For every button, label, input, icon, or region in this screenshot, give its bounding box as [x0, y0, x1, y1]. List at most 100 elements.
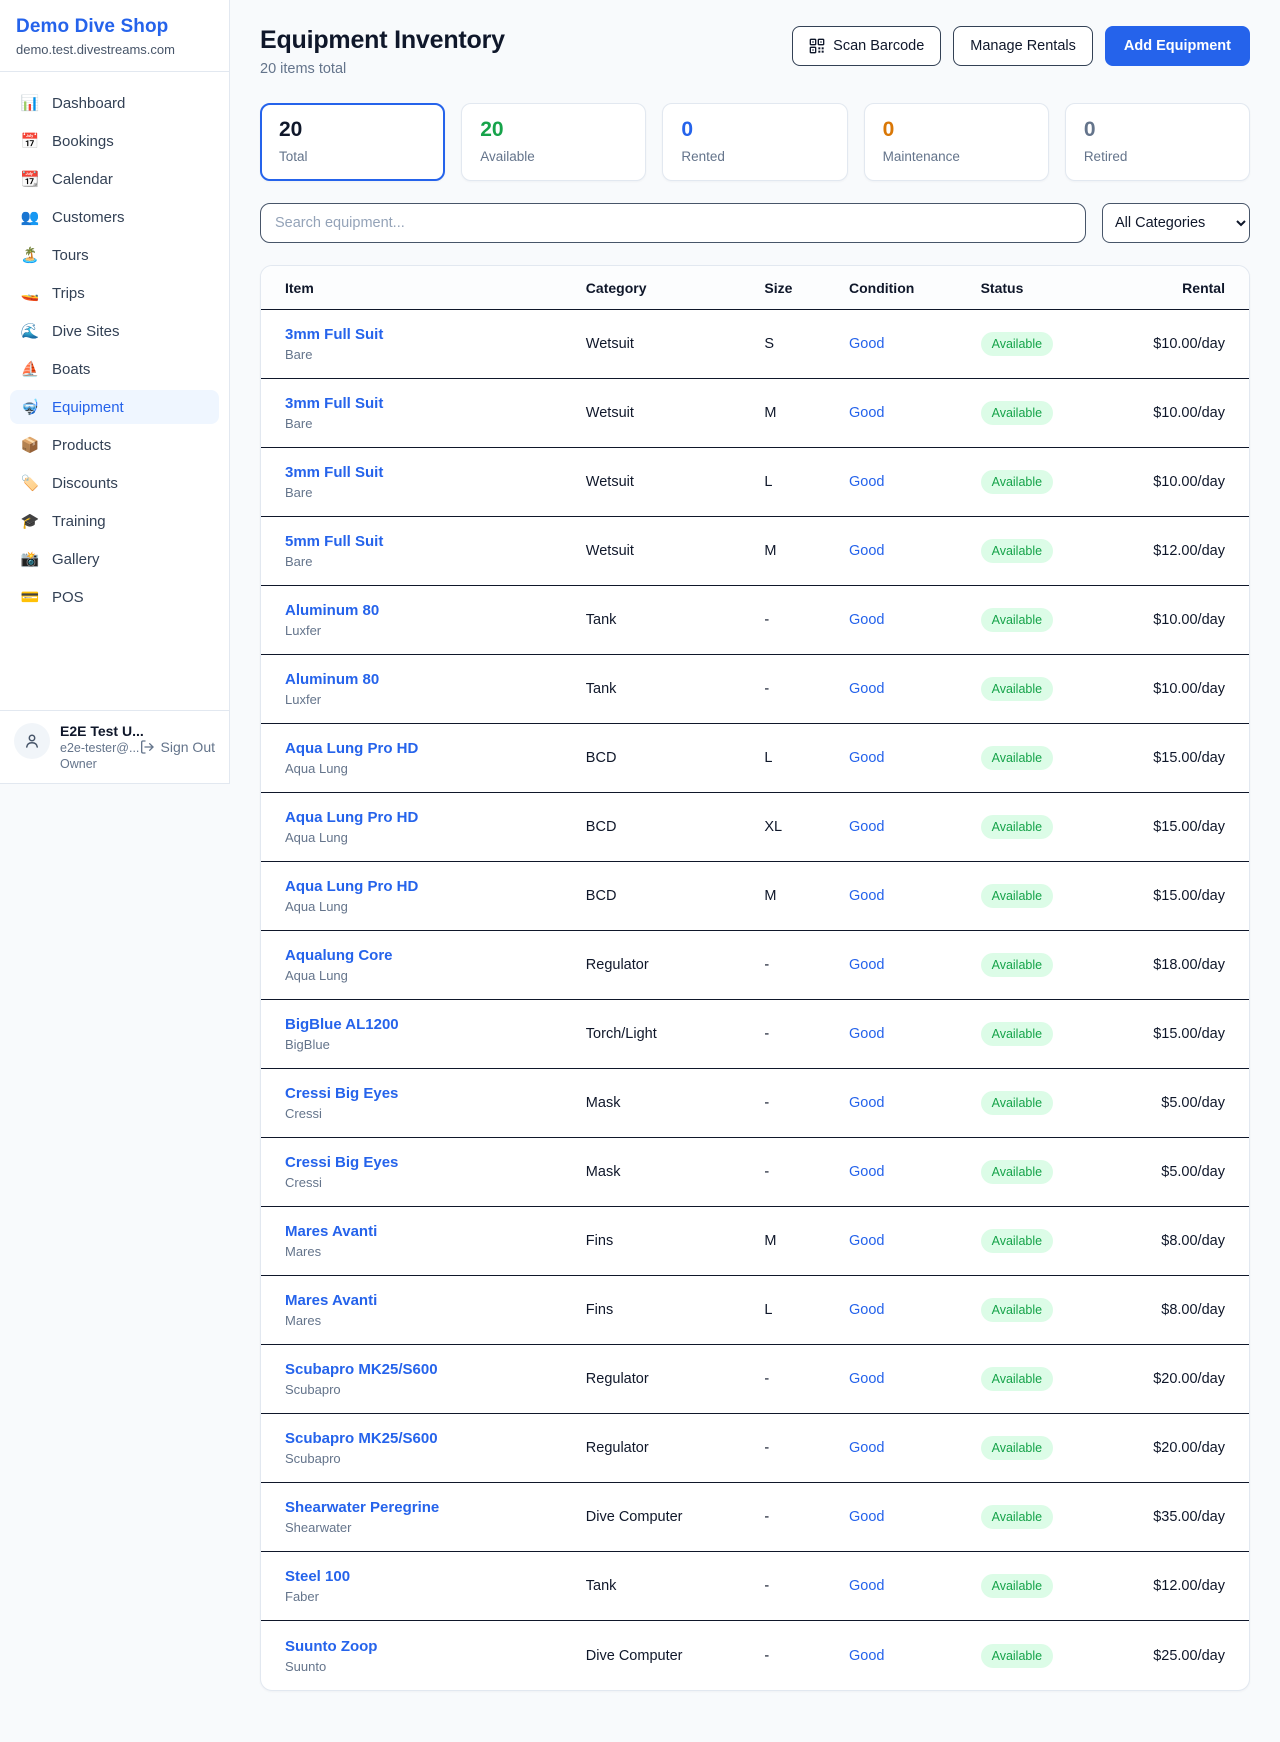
item-name-link[interactable]: Aqua Lung Pro HD [285, 740, 586, 757]
category-cell: Tank [586, 681, 765, 697]
item-brand: BigBlue [285, 1037, 586, 1052]
item-name-link[interactable]: Aluminum 80 [285, 602, 586, 619]
condition-link[interactable]: Good [849, 750, 884, 766]
sidebar-item-customers[interactable]: 👥Customers [10, 200, 219, 234]
condition-link[interactable]: Good [849, 888, 884, 904]
item-name-link[interactable]: Mares Avanti [285, 1223, 586, 1240]
item-name-link[interactable]: 3mm Full Suit [285, 464, 586, 481]
add-equipment-button[interactable]: Add Equipment [1105, 26, 1250, 66]
column-header-category: Category [586, 280, 765, 296]
sidebar-item-calendar[interactable]: 📆 Calendar [10, 162, 219, 196]
condition-link[interactable]: Good [849, 612, 884, 628]
status-cell: Available [981, 332, 1131, 356]
status-cell: Available [981, 746, 1131, 770]
sidebar-item-label: Products [52, 437, 111, 454]
table-row: Aqua Lung Pro HDAqua LungBCDMGoodAvailab… [261, 862, 1249, 931]
sidebar-item-pos[interactable]: 💳POS [10, 580, 219, 614]
condition-link[interactable]: Good [849, 957, 884, 973]
status-badge: Available [981, 470, 1054, 494]
item-name-link[interactable]: Scubapro MK25/S600 [285, 1430, 586, 1447]
search-input[interactable] [260, 203, 1086, 243]
items-total-subtitle: 20 items total [260, 61, 505, 77]
item-name-link[interactable]: 3mm Full Suit [285, 326, 586, 343]
condition-link[interactable]: Good [849, 543, 884, 559]
condition-link[interactable]: Good [849, 1440, 884, 1456]
scan-barcode-button[interactable]: Scan Barcode [792, 26, 941, 66]
stat-card-retired[interactable]: 0Retired [1065, 103, 1250, 181]
item-name-link[interactable]: Aluminum 80 [285, 671, 586, 688]
category-cell: Wetsuit [586, 543, 765, 559]
table-row: Mares AvantiMaresFinsLGoodAvailable$8.00… [261, 1276, 1249, 1345]
sidebar-item-boats[interactable]: ⛵Boats [10, 352, 219, 386]
condition-link[interactable]: Good [849, 1371, 884, 1387]
item-name-link[interactable]: Cressi Big Eyes [285, 1154, 586, 1171]
condition-link[interactable]: Good [849, 1578, 884, 1594]
item-name-link[interactable]: Suunto Zoop [285, 1638, 586, 1655]
status-cell: Available [981, 815, 1131, 839]
sidebar-item-trips[interactable]: 🚤Trips [10, 276, 219, 310]
condition-link[interactable]: Good [849, 336, 884, 352]
condition-cell: Good [849, 1370, 981, 1388]
stat-card-maintenance[interactable]: 0 Maintenance [864, 103, 1049, 181]
sidebar-item-gallery[interactable]: 📸Gallery [10, 542, 219, 576]
stat-label-maintenance: Maintenance [883, 149, 1030, 164]
column-header-status: Status [981, 280, 1131, 296]
item-name-link[interactable]: Scubapro MK25/S600 [285, 1361, 586, 1378]
sidebar-item-dashboard[interactable]: 📊Dashboard [10, 86, 219, 120]
stat-card-rented[interactable]: 0Rented [662, 103, 847, 181]
item-name-link[interactable]: 5mm Full Suit [285, 533, 586, 550]
sidebar-item-training[interactable]: 🎓 Training [10, 504, 219, 538]
sidebar-item-bookings[interactable]: 📅Bookings [10, 124, 219, 158]
condition-link[interactable]: Good [849, 819, 884, 835]
sign-out-icon [139, 739, 155, 755]
stat-card-total[interactable]: 20Total [260, 103, 445, 181]
rental-price: $18.00/day [1131, 957, 1225, 973]
condition-link[interactable]: Good [849, 1302, 884, 1318]
stat-label-total: Total [279, 149, 426, 164]
sidebar-item-dive-sites[interactable]: 🌊Dive Sites [10, 314, 219, 348]
item-name-link[interactable]: Aqualung Core [285, 947, 586, 964]
sidebar-item-tours[interactable]: 🏝️Tours [10, 238, 219, 272]
item-name-link[interactable]: Aqua Lung Pro HD [285, 809, 586, 826]
item-cell: Mares AvantiMares [285, 1223, 586, 1259]
condition-link[interactable]: Good [849, 405, 884, 421]
sidebar-item-label: Calendar [52, 171, 113, 188]
training-icon: 🎓 [20, 512, 40, 530]
status-badge: Available [981, 1091, 1054, 1115]
sign-out-button[interactable]: Sign Out [139, 739, 215, 755]
sidebar-item-equipment[interactable]: 🤿Equipment [10, 390, 219, 424]
condition-link[interactable]: Good [849, 1509, 884, 1525]
status-badge: Available [981, 1367, 1054, 1391]
condition-link[interactable]: Good [849, 474, 884, 490]
sidebar-item-discounts[interactable]: 🏷️Discounts [10, 466, 219, 500]
condition-link[interactable]: Good [849, 1164, 884, 1180]
condition-link[interactable]: Good [849, 1233, 884, 1249]
table-row: Aluminum 80LuxferTank-GoodAvailable$10.0… [261, 586, 1249, 655]
stat-card-available[interactable]: 20Available [461, 103, 646, 181]
category-cell: Wetsuit [586, 405, 765, 421]
condition-link[interactable]: Good [849, 1095, 884, 1111]
condition-cell: Good [849, 956, 981, 974]
sidebar-item-label: Training [52, 513, 106, 530]
item-name-link[interactable]: BigBlue AL1200 [285, 1016, 586, 1033]
condition-link[interactable]: Good [849, 1026, 884, 1042]
item-brand: Aqua Lung [285, 830, 586, 845]
item-name-link[interactable]: 3mm Full Suit [285, 395, 586, 412]
calendar-icon: 📆 [20, 170, 40, 188]
item-name-link[interactable]: Cressi Big Eyes [285, 1085, 586, 1102]
item-name-link[interactable]: Shearwater Peregrine [285, 1499, 586, 1516]
rental-price: $10.00/day [1131, 474, 1225, 490]
rental-price: $10.00/day [1131, 405, 1225, 421]
condition-link[interactable]: Good [849, 1648, 884, 1664]
manage-rentals-button[interactable]: Manage Rentals [953, 26, 1093, 66]
size-cell: - [764, 1509, 849, 1525]
stat-value-maintenance: 0 [883, 117, 1030, 143]
item-brand: Cressi [285, 1106, 586, 1121]
condition-link[interactable]: Good [849, 681, 884, 697]
category-select[interactable]: All Categories [1102, 203, 1250, 243]
size-cell: M [764, 1233, 849, 1249]
item-name-link[interactable]: Mares Avanti [285, 1292, 586, 1309]
item-name-link[interactable]: Steel 100 [285, 1568, 586, 1585]
item-name-link[interactable]: Aqua Lung Pro HD [285, 878, 586, 895]
sidebar-item-products[interactable]: 📦Products [10, 428, 219, 462]
